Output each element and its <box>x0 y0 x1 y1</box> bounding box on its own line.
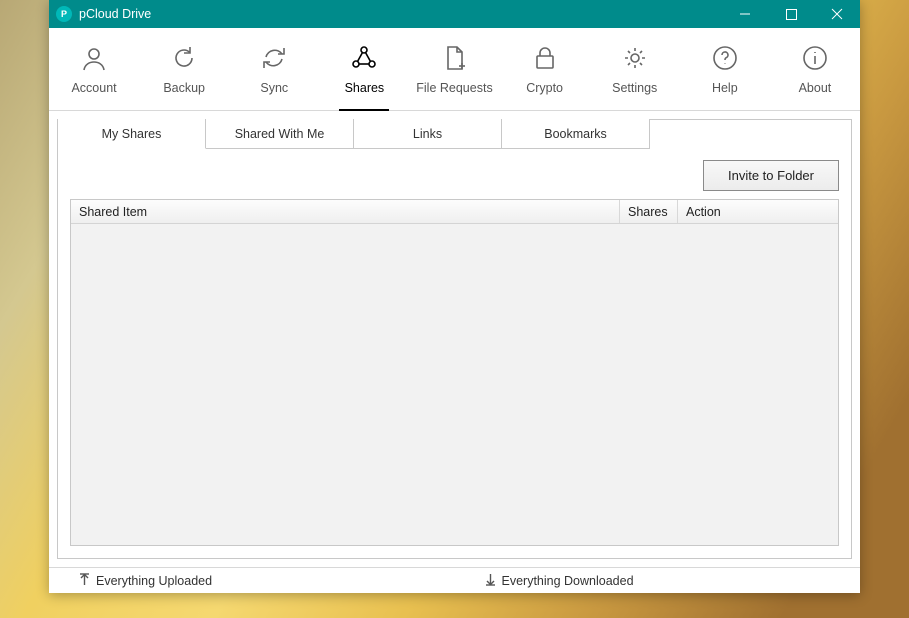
nav-label: Settings <box>612 81 657 95</box>
tab-label: Shared With Me <box>235 127 325 141</box>
tab-shared-with-me[interactable]: Shared With Me <box>206 119 354 149</box>
nav-about[interactable]: About <box>770 28 860 110</box>
app-title: pCloud Drive <box>79 7 722 21</box>
maximize-button[interactable] <box>768 0 814 28</box>
nav-settings[interactable]: Settings <box>590 28 680 110</box>
nav-label: Sync <box>260 81 288 95</box>
desktop-background: P pCloud Drive Account <box>0 0 909 618</box>
tab-label: Bookmarks <box>544 127 607 141</box>
status-upload-text: Everything Uploaded <box>96 574 212 588</box>
nav-shares[interactable]: Shares <box>319 28 409 110</box>
nav-label: Crypto <box>526 81 563 95</box>
app-icon: P <box>56 6 72 22</box>
minimize-button[interactable] <box>722 0 768 28</box>
toolbar: Account Backup Sync Shares <box>49 28 860 111</box>
crypto-icon <box>530 43 560 73</box>
nav-backup[interactable]: Backup <box>139 28 229 110</box>
column-action[interactable]: Action <box>678 200 838 223</box>
nav-sync[interactable]: Sync <box>229 28 319 110</box>
app-window: P pCloud Drive Account <box>49 0 860 593</box>
column-shares[interactable]: Shares <box>620 200 678 223</box>
content-area: My Shares Shared With Me Links Bookmarks… <box>49 111 860 567</box>
column-shared-item[interactable]: Shared Item <box>71 200 620 223</box>
status-upload: Everything Uploaded <box>49 573 455 589</box>
table-body <box>71 224 838 545</box>
shares-table: Shared Item Shares Action <box>70 199 839 546</box>
close-button[interactable] <box>814 0 860 28</box>
nav-help[interactable]: Help <box>680 28 770 110</box>
titlebar: P pCloud Drive <box>49 0 860 28</box>
invite-to-folder-button[interactable]: Invite to Folder <box>703 160 839 191</box>
file-requests-icon <box>439 43 469 73</box>
nav-label: Backup <box>163 81 205 95</box>
nav-crypto[interactable]: Crypto <box>500 28 590 110</box>
tab-label: Links <box>413 127 442 141</box>
nav-label: File Requests <box>416 81 492 95</box>
about-icon <box>800 43 830 73</box>
shares-panel: My Shares Shared With Me Links Bookmarks… <box>57 119 852 559</box>
tab-links[interactable]: Links <box>354 119 502 149</box>
nav-label: Help <box>712 81 738 95</box>
download-arrow-icon <box>485 573 496 589</box>
nav-account[interactable]: Account <box>49 28 139 110</box>
tab-label: My Shares <box>102 127 162 141</box>
nav-file-requests[interactable]: File Requests <box>409 28 499 110</box>
backup-icon <box>169 43 199 73</box>
settings-icon <box>620 43 650 73</box>
nav-label: Shares <box>345 81 385 95</box>
nav-label: About <box>799 81 832 95</box>
shares-icon <box>349 43 379 73</box>
status-download-text: Everything Downloaded <box>502 574 634 588</box>
button-label: Invite to Folder <box>728 168 814 183</box>
status-download: Everything Downloaded <box>455 573 861 589</box>
tab-my-shares[interactable]: My Shares <box>58 119 206 149</box>
tabs-row: My Shares Shared With Me Links Bookmarks <box>58 120 851 150</box>
actions-row: Invite to Folder <box>58 150 851 199</box>
help-icon <box>710 43 740 73</box>
statusbar: Everything Uploaded Everything Downloade… <box>49 567 860 593</box>
table-header: Shared Item Shares Action <box>71 200 838 224</box>
account-icon <box>79 43 109 73</box>
sync-icon <box>259 43 289 73</box>
upload-arrow-icon <box>79 573 90 589</box>
nav-label: Account <box>71 81 116 95</box>
tab-bookmarks[interactable]: Bookmarks <box>502 119 650 149</box>
